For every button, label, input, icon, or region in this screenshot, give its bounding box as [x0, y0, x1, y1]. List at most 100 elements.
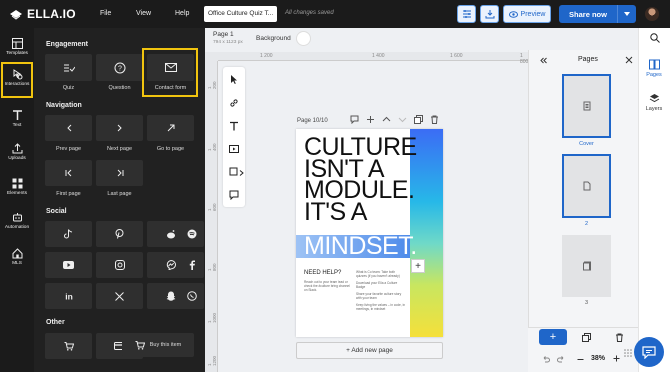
prev-page-tile[interactable]	[45, 115, 92, 141]
right-rail-pages[interactable]: Pages	[638, 59, 670, 78]
design-page[interactable]: CULTURE ISN'T A MODULE. IT'S A MINDSET. …	[296, 129, 443, 337]
share-button[interactable]: Share now	[559, 5, 636, 23]
question-icon: ?	[114, 62, 125, 73]
trash-icon[interactable]	[430, 115, 439, 124]
templates-icon	[11, 38, 23, 49]
add-new-page-button[interactable]: + Add new page	[296, 342, 443, 359]
download-button[interactable]	[480, 5, 499, 23]
facebook-tile[interactable]	[179, 252, 204, 278]
mindset-text[interactable]: MINDSET.	[304, 234, 417, 259]
ruler-tick: 1 800	[207, 263, 217, 271]
linkedin-tile[interactable]: in	[45, 283, 92, 309]
page-thumb-3[interactable]	[562, 235, 611, 297]
shape-submenu-chevron-icon[interactable]	[239, 170, 244, 176]
headline[interactable]: CULTURE ISN'T A MODULE. IT'S A	[304, 135, 417, 224]
last-page-icon	[117, 169, 123, 177]
instagram-tile[interactable]	[96, 252, 143, 278]
rail-interactions[interactable]: Interactions	[1, 62, 33, 98]
chevron-up-icon[interactable]	[382, 115, 391, 124]
select-tool[interactable]	[223, 70, 245, 88]
ruler-left: 1 200 1 400 1 600 1 800 1 1000 1 1200	[205, 61, 218, 372]
section-navigation: Navigation	[46, 102, 82, 109]
right-rail	[638, 28, 670, 372]
page-thumb-2[interactable]	[562, 154, 611, 218]
pinterest-tile[interactable]	[96, 221, 143, 247]
media-tool[interactable]	[223, 140, 245, 158]
pages-panel-title: Pages	[578, 56, 598, 63]
chat-icon	[642, 345, 656, 359]
rail-mls[interactable]: MLS	[0, 248, 34, 266]
logo[interactable]: ELLA.IO	[9, 7, 76, 21]
rail-automation[interactable]: Automation	[0, 212, 34, 230]
share-dropdown[interactable]	[617, 5, 636, 23]
spotify-tile[interactable]	[179, 221, 204, 247]
document-title-input[interactable]: Office Culture Quiz T...	[204, 6, 277, 22]
user-avatar[interactable]	[645, 7, 659, 21]
rail-elements[interactable]: Elements	[0, 178, 34, 196]
page-thumb-cover[interactable]	[562, 74, 611, 138]
preview-label: Preview	[520, 10, 546, 18]
page-actions	[350, 115, 439, 124]
arrow-up-right-icon	[167, 124, 174, 132]
top-bar: ELLA.IO File View Help Office Culture Qu…	[0, 0, 670, 28]
rail-label: MLS	[12, 261, 22, 266]
double-chevron-left-icon[interactable]	[540, 57, 547, 64]
menu-file[interactable]: File	[100, 10, 111, 17]
chevron-right-icon	[117, 124, 122, 132]
zoom-in-icon[interactable]	[613, 355, 620, 362]
preview-button[interactable]: Preview	[503, 5, 551, 23]
chevron-down-icon[interactable]	[398, 115, 407, 124]
quiz-tile[interactable]	[45, 54, 92, 81]
duplicate-icon[interactable]	[414, 115, 423, 124]
pages-panel-header: Pages	[528, 52, 638, 68]
page-name[interactable]: Page 1	[213, 31, 234, 38]
snapchat-icon	[166, 291, 175, 301]
menu-view[interactable]: View	[136, 10, 151, 17]
menu-help[interactable]: Help	[175, 10, 189, 17]
next-page-tile[interactable]	[96, 115, 143, 141]
rail-label: Interactions	[4, 82, 30, 87]
right-rail-layers[interactable]: Layers	[638, 93, 670, 112]
duplicate-icon[interactable]	[582, 333, 591, 342]
add-page-button[interactable]: +	[539, 329, 567, 345]
go-to-page-tile[interactable]	[147, 115, 194, 141]
need-help-heading[interactable]: NEED HELP?	[304, 270, 341, 276]
link-tool[interactable]	[223, 94, 245, 112]
step-item: What is Co team: Take both quizzes (if y…	[356, 270, 400, 278]
link-icon	[230, 99, 238, 107]
grid-dots-icon[interactable]	[624, 349, 632, 357]
background-color-swatch[interactable]	[296, 31, 311, 46]
close-icon[interactable]	[625, 56, 633, 64]
add-element-button[interactable]: +	[411, 259, 425, 273]
last-page-tile[interactable]	[96, 160, 143, 186]
rail-uploads[interactable]: Uploads	[0, 143, 34, 161]
zoom-out-icon[interactable]	[577, 356, 584, 363]
tiktok-tile[interactable]	[45, 221, 92, 247]
section-other: Other	[46, 319, 65, 326]
x-tile[interactable]	[96, 283, 143, 309]
first-page-tile[interactable]	[45, 160, 92, 186]
trash-icon[interactable]	[615, 333, 624, 342]
comment-icon[interactable]	[350, 115, 359, 124]
steps-list[interactable]: What is Co team: Take both quizzes (if y…	[356, 270, 406, 311]
plus-icon[interactable]	[366, 115, 375, 124]
whatsapp-tile[interactable]	[179, 283, 204, 309]
ruler-tick: 1 200	[207, 81, 217, 89]
text-tool[interactable]	[223, 117, 245, 135]
comment-tool[interactable]	[223, 186, 245, 204]
zoom-level: 38%	[591, 355, 606, 362]
square-icon	[229, 167, 238, 176]
rail-text[interactable]: Text	[0, 110, 34, 128]
search-icon[interactable]	[650, 33, 660, 43]
help-text[interactable]: Reach out to your team lead or check the…	[304, 280, 352, 292]
youtube-tile[interactable]	[45, 252, 92, 278]
question-tile[interactable]: ?	[96, 54, 143, 81]
redo-icon[interactable]	[557, 355, 565, 363]
cart-tile[interactable]	[45, 333, 92, 359]
rail-templates[interactable]: Templates	[0, 38, 34, 56]
video-icon	[229, 145, 239, 153]
buy-this-item-tile[interactable]: Buy this item	[122, 333, 194, 357]
chat-support-button[interactable]	[634, 337, 664, 367]
adjust-button[interactable]	[457, 5, 476, 23]
undo-icon[interactable]	[542, 355, 550, 363]
